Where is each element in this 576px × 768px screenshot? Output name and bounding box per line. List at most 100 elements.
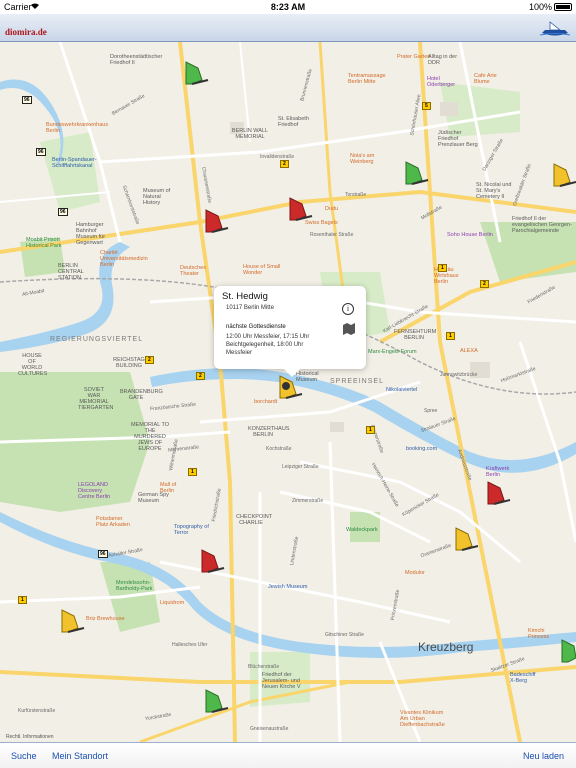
app-logo[interactable]: diomira.de [5,27,47,37]
road-sign: 96 [36,148,46,156]
poi-label: Modulor [405,570,425,576]
church-callout[interactable]: St. Hedwig 10117 Berlin Mitte i nächste … [214,286,366,377]
poi-label: Friedhof der Jerusalem- und Neuen Kirche… [262,672,301,690]
poi-label: Berlin-Spandauer-Schifffahrtskanal [52,157,97,169]
poi-label: Dudu [325,206,339,212]
church-pin-yellow[interactable] [548,160,576,195]
street-label: Gneisenaustraße [250,726,289,732]
church-pin-selected[interactable] [274,372,304,407]
battery-percent: 100% [528,2,552,12]
poi-label: House of Small Wonder [243,264,281,276]
poi-label: Museum of Natural History [143,188,171,206]
poi-label: Badeschiff X-Berg [510,672,536,684]
battery-icon [554,3,572,11]
road-sign: 1 [438,264,447,272]
road-sign: 2 [196,372,205,380]
street-label: Leipziger Straße [282,464,319,470]
street-label: Rosenthaler Straße [310,232,354,238]
road-sign: 5 [422,102,431,110]
street-label: Hallesches Ufer [172,642,208,648]
church-pin-red[interactable] [196,546,226,581]
poi-label: BERLIN CENTRAL STATION [58,263,84,281]
poi-label: KONZERTHAUS BERLIN [248,426,290,438]
poi-label: LEGOLAND Discovery Centre Berlin [78,482,111,500]
search-button[interactable]: Suche [11,751,37,761]
map-directions-icon[interactable] [342,322,356,341]
poi-label: Nikolaiviertel [386,387,418,393]
poi-label: Vivantes Klinikum Am Urban Dieffenbachst… [400,710,445,728]
poi-label: CHECKPOINT CHARLIE [236,514,273,526]
poi-label: Hotel Oderberger [427,76,456,88]
my-location-button[interactable]: Mein Standort [52,751,108,761]
area-label: Kreuzberg [418,640,474,654]
poi-label: booking.com [406,446,438,452]
legal-link[interactable]: Rechtl. Informationen [6,734,54,740]
poi-label: Moabit Prison Historical Park [26,237,62,249]
poi-label: Kraftwerk Berlin [486,466,510,478]
poi-label: Liquidrom [160,600,185,606]
poi-label: Waldeckpark [346,527,378,533]
poi-label: Deutsches Theater [180,265,206,277]
road-sign: 96 [58,208,68,216]
poi-label: Dorotheenstädtischer Friedhof II [110,54,163,66]
poi-label: MEMORIAL TO THE MURDERED JEWS OF EUROPE [130,422,170,452]
district-label: SPREEINSEL [330,378,384,385]
road-sign: 2 [145,356,154,364]
road-sign: 96 [98,550,108,558]
road-sign: 96 [22,96,32,104]
church-pin-red[interactable] [482,478,512,513]
poi-label: Jüdischer Friedhof Prenzlauer Berg [438,130,478,148]
church-pin-red[interactable] [200,206,230,241]
poi-label: BRANDENBURG GATE [120,389,163,401]
poi-label: Noia's am Weinberg [350,153,375,165]
church-pin-green[interactable] [200,686,230,721]
poi-label: Friedhof II der evangelischen Georgen-Pa… [512,216,572,234]
info-icon[interactable]: i [342,303,354,315]
church-pin-green[interactable] [180,58,210,93]
app-header: diomira.de [0,14,576,42]
street-label: Blücherstraße [248,664,280,670]
poi-label: Briz Brewhouse [86,616,125,622]
church-pin-green[interactable] [400,158,430,193]
poi-label: Charité Universitätsmedizin Berlin [100,250,148,268]
road-sign: 1 [366,426,375,434]
poi-label: Topography of Terror [174,524,209,536]
church-pin-yellow[interactable] [56,606,86,641]
church-pin-yellow[interactable] [450,524,480,559]
road-sign: 2 [280,160,289,168]
road-sign: 1 [18,596,27,604]
status-bar: Carrier 8:23 AM 100% [0,0,576,14]
poi-label: Mendelssohn-Bartholdy-Park [116,580,153,592]
poi-label: Soho House Berlin [447,232,493,238]
street-label: Zimmerstraße [292,498,324,504]
poi-label: Bundeswehrkrankenhaus Berlin [46,122,109,134]
street-label: Kochstraße [266,446,292,452]
poi-label: Alltag in der DDR [428,54,458,66]
street-label: Torstraße [345,192,367,198]
street-label: Invalidenstraße [260,154,295,160]
poi-label: Potsdamer Platz Arkaden [96,516,130,528]
poi-label: SOVIET WAR MEMORIAL TIERGARTEN [78,387,114,411]
map-view[interactable]: REGIERUNGSVIERTEL SPREEINSEL Kreuzberg D… [0,42,576,742]
street-label: Gitschiner Straße [325,632,364,638]
poi-label: St. Elisabeth Friedhof [278,116,309,128]
clock-label: 8:23 AM [270,2,306,12]
callout-title: St. Hedwig [222,291,268,302]
bottom-toolbar: Suche Mein Standort Neu laden [0,742,576,768]
poi-label: Tentramassage Berlin Mitte [348,73,386,85]
services-text: 12:00 Uhr Messfeier, 17:15 Uhr Beichtgel… [226,334,310,356]
road-sign: 2 [480,280,489,288]
poi-label: St. Nicolai und St. Mary's Cemetery II [476,182,512,200]
app-root: Carrier 8:23 AM 100% diomira.de REGIERUN… [0,0,576,768]
reload-button[interactable]: Neu laden [523,751,564,761]
poi-label: Cafe Arie Blume [474,73,497,85]
street-label: Kurfürstenstraße [18,708,56,714]
poi-label: German Spy Museum [138,492,169,504]
church-pin-red[interactable] [284,194,314,229]
poi-label: HOUSE OF WORLD CULTURES [18,353,48,377]
poi-label: Hamburger Bahnhof Museum für Gegenwart [76,222,106,246]
poi-label: ALEXA [460,348,478,354]
poi-label: Jewish Museum [268,584,308,590]
church-pin-green[interactable] [556,636,576,671]
poi-label: REICHSTAG BUILDING [113,357,145,369]
